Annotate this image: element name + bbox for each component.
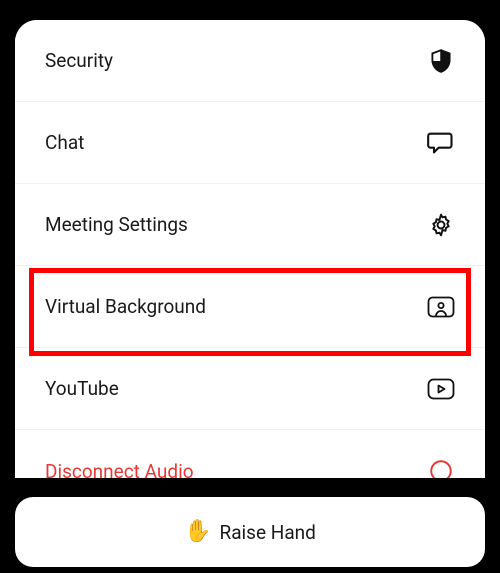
- gear-icon: [427, 211, 455, 239]
- menu-item-disconnect-audio[interactable]: Disconnect Audio: [15, 430, 485, 478]
- menu-item-label: YouTube: [45, 377, 427, 400]
- menu-item-label: Disconnect Audio: [45, 460, 427, 479]
- menu-item-security[interactable]: Security: [15, 20, 485, 102]
- options-list: Security Chat: [15, 20, 485, 478]
- raise-hand-label: Raise Hand: [220, 521, 316, 544]
- menu-item-label: Meeting Settings: [45, 213, 427, 236]
- options-panel: Security Chat: [15, 20, 485, 478]
- menu-item-youtube[interactable]: YouTube: [15, 348, 485, 430]
- menu-item-label: Chat: [45, 131, 427, 154]
- menu-item-label: Security: [45, 49, 427, 72]
- shield-icon: [427, 47, 455, 75]
- menu-item-chat[interactable]: Chat: [15, 102, 485, 184]
- youtube-icon: [427, 375, 455, 403]
- menu-item-virtual-background[interactable]: Virtual Background: [15, 266, 485, 348]
- raise-hand-icon: ✋: [184, 521, 211, 543]
- virtual-background-icon: [427, 293, 455, 321]
- chat-bubble-icon: [427, 129, 455, 157]
- menu-item-label: Virtual Background: [45, 295, 427, 318]
- raise-hand-button[interactable]: ✋ Raise Hand: [15, 497, 485, 567]
- disconnect-audio-icon: [427, 457, 455, 478]
- menu-item-meeting-settings[interactable]: Meeting Settings: [15, 184, 485, 266]
